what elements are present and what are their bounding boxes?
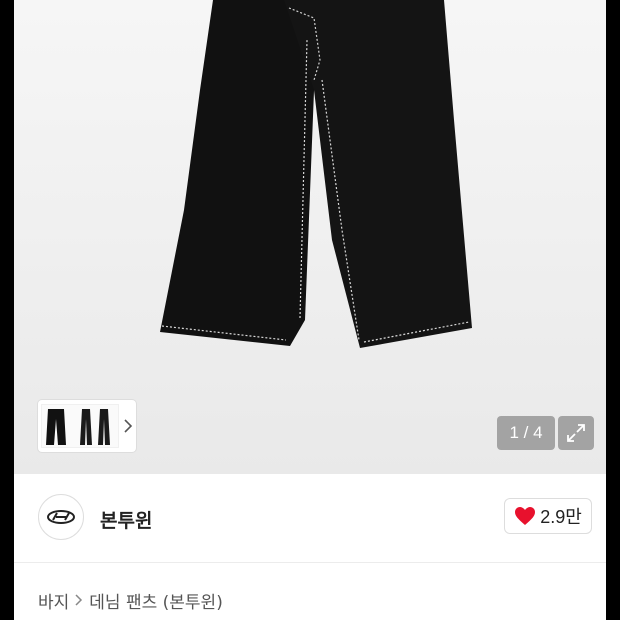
thumbnail-image[interactable] [41, 404, 119, 448]
brand-name[interactable]: 본투윈 [100, 506, 152, 533]
chevron-right-icon[interactable] [119, 404, 136, 448]
like-count: 2.9만 [540, 507, 582, 527]
breadcrumb-subcategory[interactable]: 데님 팬츠 (본투윈) [89, 588, 223, 613]
expand-icon[interactable] [558, 416, 594, 450]
like-button[interactable]: 2.9만 [504, 498, 592, 534]
image-counter: 1 / 4 [497, 416, 555, 450]
chevron-right-icon [75, 591, 83, 610]
breadcrumb: 바지 데님 팬츠 (본투윈) [38, 588, 223, 613]
product-image-gallery[interactable]: 1 / 4 [14, 0, 606, 474]
brand-row[interactable]: 본투윈 2.9만 [14, 474, 606, 563]
breadcrumb-category[interactable]: 바지 [38, 588, 69, 613]
heart-icon [515, 507, 536, 525]
thumbnail-strip[interactable] [38, 400, 136, 452]
product-page: 1 / 4 본투윈 2.9만 바지 데님 팬츠 (본투윈) [14, 0, 606, 620]
brand-logo[interactable] [38, 494, 84, 540]
